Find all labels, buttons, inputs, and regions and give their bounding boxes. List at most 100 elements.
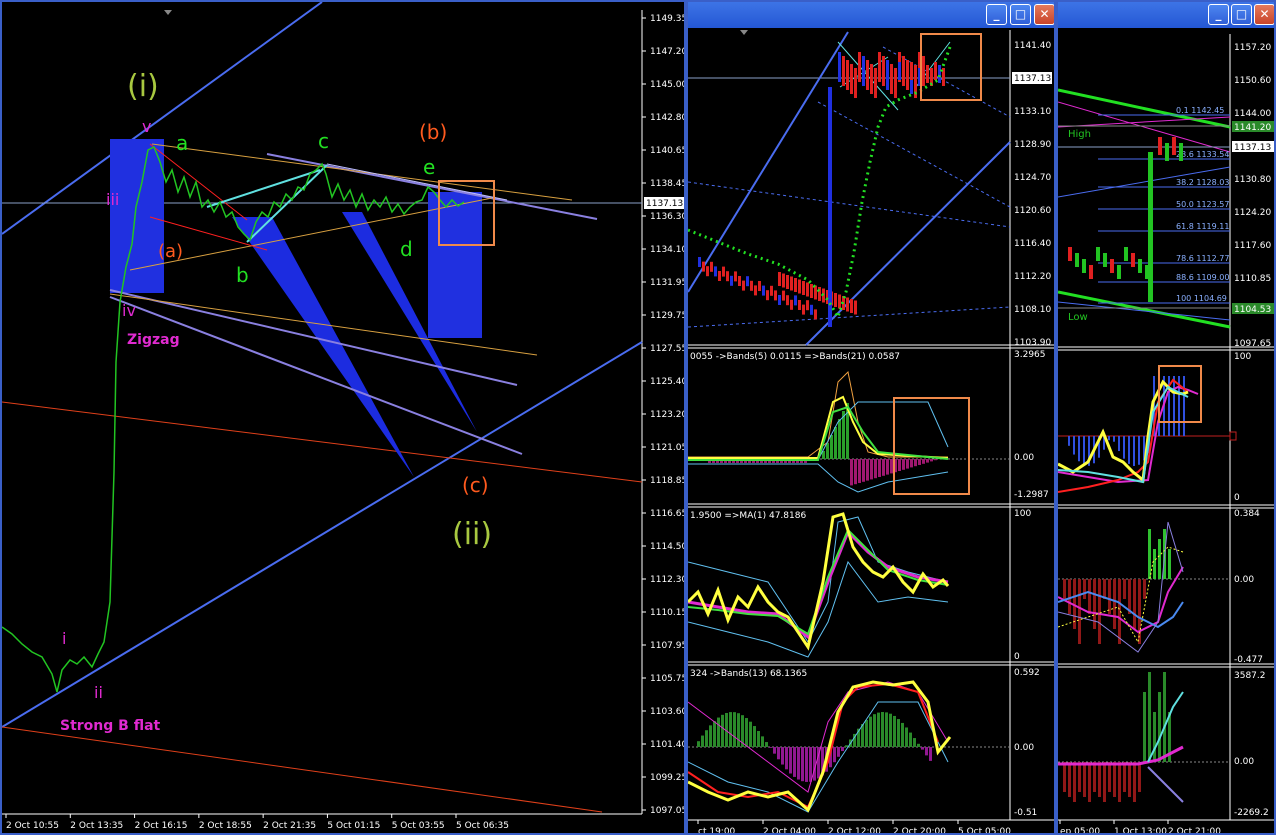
main-y-tick: 1131.95 [650, 278, 686, 288]
right-y-tick: 1130.80 [1234, 175, 1271, 185]
wave-label-b: b [236, 263, 249, 287]
wave-label-c-paren: (c) [462, 473, 489, 497]
right-y-tick: 1117.60 [1234, 241, 1271, 251]
wave-label-a-paren: (a) [158, 241, 183, 262]
red-line-1 [2, 401, 643, 483]
main-price-tag: 1137.13 [646, 199, 683, 209]
right-ind3-tick: -2269.2 [1234, 808, 1269, 818]
main-x-tick: 2 Oct 16:15 [135, 821, 188, 831]
annotation-strong-b-flat: Strong B flat [60, 718, 161, 734]
fib-level: 78.6 1112.77 [1176, 254, 1229, 263]
middle-y-tick: 1112.20 [1014, 272, 1051, 282]
wave-label-c: c [318, 129, 329, 153]
middle-y-tick: 1120.60 [1014, 206, 1051, 216]
main-y-tick: 1107.95 [650, 641, 686, 651]
main-x-tick: 5 Oct 03:55 [392, 821, 445, 831]
wave-label-i: i [62, 629, 66, 648]
main-y-tick: 1114.50 [650, 542, 686, 552]
middle-y-tick: 1108.10 [1014, 305, 1051, 315]
main-x-tick: 2 Oct 18:55 [199, 821, 252, 831]
blue-zone-1 [110, 139, 164, 293]
wave-label-ii: ii [94, 683, 103, 702]
right-low-tag: 1104.53 [1234, 305, 1271, 315]
middle-chart-window[interactable]: _ □ ✕ 1137.13 0055 ->Bands(5) 0.0115 =>B… [686, 0, 1056, 835]
wave-label-e: e [423, 155, 435, 179]
main-y-tick: 1129.75 [650, 311, 686, 321]
main-y-tick: 1140.65 [650, 146, 686, 156]
middle-y-tick: 1133.10 [1014, 107, 1051, 117]
right-chart-window[interactable]: _ □ ✕ 0.1 1142.45 23.6 1133.54 38.2 1128.0… [1056, 0, 1276, 835]
middle-x-tick: 2 Oct 20:00 [893, 827, 946, 835]
fib-level: 50.0 1123.57 [1176, 200, 1229, 209]
middle-x-tick: 5 Oct 05:00 [958, 827, 1011, 835]
wave-label-v: v [142, 117, 151, 136]
right-ind2-tick: 0.384 [1234, 509, 1260, 519]
middle-ind1-tick: 3.2965 [1014, 350, 1046, 360]
main-y-tick: 1134.10 [650, 245, 686, 255]
wave-label-iii: iii [106, 190, 119, 209]
right-y-tick: 1110.85 [1234, 274, 1271, 284]
main-x-tick: 2 Oct 10:55 [6, 821, 59, 831]
channel-lower [2, 341, 643, 728]
right-ind3-tick: 0.00 [1234, 757, 1254, 767]
right-y-tick: 1157.20 [1234, 43, 1271, 53]
middle-ind3-label: 324 ->Bands(13) 68.1365 [690, 669, 807, 679]
middle-target-box[interactable] [920, 33, 982, 101]
middle-chart-svg[interactable]: 1137.13 0055 ->Bands(5) 0.0115 =>Bands(2… [688, 2, 1056, 835]
main-y-tick: 1116.65 [650, 509, 686, 519]
wave-label-b-paren: (b) [419, 120, 447, 144]
main-y-tick: 1147.20 [650, 47, 686, 57]
main-chart-svg[interactable]: (i) (ii) v iii iv i ii a b c d e (a) (b)… [2, 2, 686, 835]
right-ind2-tick: 0.00 [1234, 575, 1254, 585]
right-chart-svg[interactable]: 0.1 1142.45 23.6 1133.54 38.2 1128.03 50.0 … [1058, 2, 1276, 835]
main-x-tick: 5 Oct 01:15 [327, 821, 380, 831]
wave-label-i-major: (i) [127, 69, 159, 104]
middle-ind1-tick: 0.00 [1014, 453, 1034, 463]
main-y-tick: 1101.40 [650, 740, 686, 750]
right-ind2-tick: -0.477 [1234, 655, 1263, 665]
main-y-tick: 1136.30 [650, 212, 686, 222]
middle-ind3-tick: 0.592 [1014, 668, 1040, 678]
main-y-tick: 1118.85 [650, 476, 686, 486]
annotation-zigzag: Zigzag [127, 332, 180, 348]
right-x-tick: ep 05:00 [1060, 827, 1100, 835]
middle-ind2-tick: 0 [1014, 652, 1020, 662]
right-high-label: High [1068, 129, 1091, 140]
middle-y-tick: 1116.40 [1014, 239, 1051, 249]
main-y-tick: 1121.05 [650, 443, 686, 453]
blue-wedge-1 [232, 217, 414, 477]
main-x-tick: 5 Oct 06:35 [456, 821, 509, 831]
middle-y-tick: 1103.90 [1014, 338, 1051, 348]
fib-level: 23.6 1133.54 [1176, 150, 1229, 159]
right-ind3-tick: 3587.2 [1234, 671, 1266, 681]
middle-ind1-tick: -1.2987 [1014, 490, 1049, 500]
main-chart-window[interactable]: (i) (ii) v iii iv i ii a b c d e (a) (b)… [0, 0, 686, 835]
middle-y-tick: 1141.40 [1014, 41, 1051, 51]
blue-zone-2 [428, 192, 482, 338]
main-x-tick: 2 Oct 21:35 [263, 821, 316, 831]
middle-x-tick: 2 Oct 12:00 [828, 827, 881, 835]
main-x-tick: 2 Oct 13:35 [70, 821, 123, 831]
right-y-tick: 1124.20 [1234, 208, 1271, 218]
fib-level: 61.8 1119.11 [1176, 222, 1229, 231]
main-x-axis: 2 Oct 10:55 2 Oct 13:35 2 Oct 16:15 2 Oct 1… [5, 814, 509, 831]
middle-y-tick: 1124.70 [1014, 173, 1051, 183]
fib-level: 100 1104.69 [1176, 294, 1227, 303]
right-y-tick: 1097.65 [1234, 339, 1271, 349]
right-ind1-tick: 100 [1234, 352, 1251, 362]
right-y-tick: 1150.60 [1234, 76, 1271, 86]
main-y-tick: 1110.15 [650, 608, 686, 618]
wave-label-ii-major: (ii) [452, 517, 492, 552]
middle-ind2-label: 1.9500 =>MA(1) 47.8186 [690, 511, 806, 521]
middle-ind3-tick: -0.51 [1014, 808, 1037, 818]
middle-x-tick: ct 19:00 [698, 827, 736, 835]
main-y-tick: 1099.25 [650, 773, 686, 783]
main-y-tick: 1138.45 [650, 179, 686, 189]
main-y-axis: 1149.35 1147.20 1145.00 1142.80 1140.65 1138.… [642, 14, 686, 816]
fib-level: 88.6 1109.00 [1176, 273, 1229, 282]
main-y-tick: 1127.55 [650, 344, 686, 354]
wave-label-iv: iv [122, 301, 136, 320]
main-y-tick: 1149.35 [650, 14, 686, 24]
fib-level: 38.2 1128.03 [1176, 178, 1229, 187]
price-line [2, 145, 465, 693]
